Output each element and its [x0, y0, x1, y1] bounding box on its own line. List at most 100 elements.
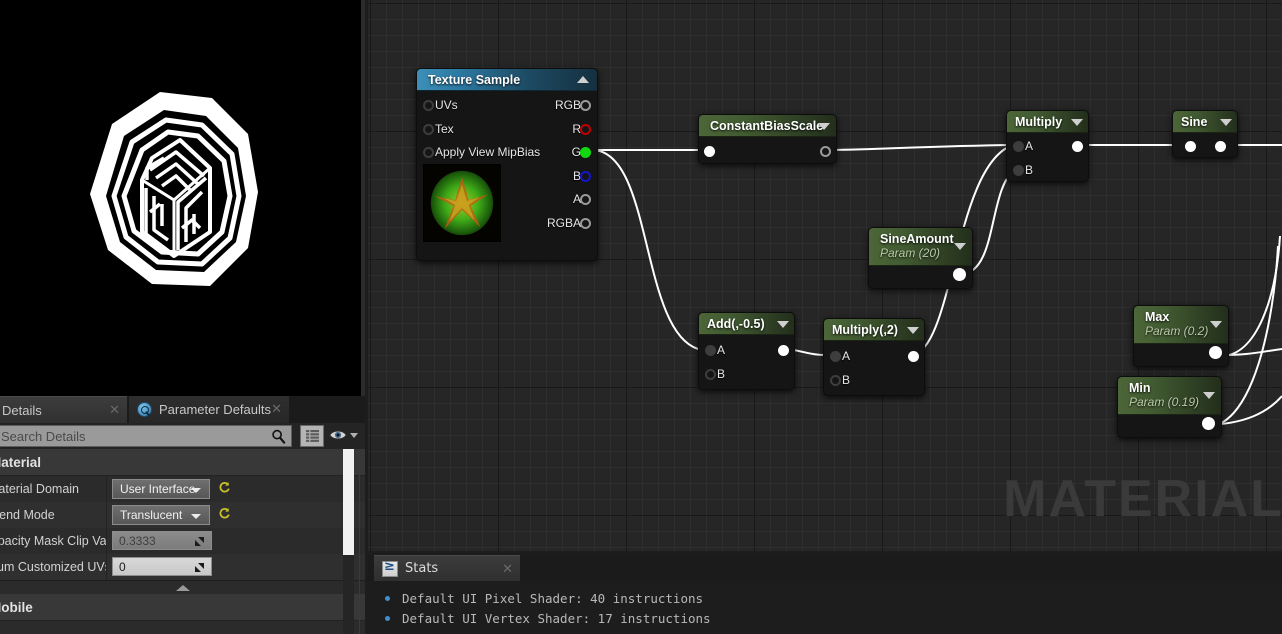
pin-input[interactable] [704, 146, 715, 157]
property-row-blend-mode[interactable]: Blend Mode Translucent [0, 502, 365, 528]
node-multiply-top[interactable]: Multiply A B [1006, 110, 1089, 182]
node-input-b[interactable]: B [699, 362, 794, 386]
category-header-material[interactable]: Material [0, 449, 365, 476]
reset-arrow-icon[interactable] [218, 481, 231, 494]
node-header[interactable]: SineAmount Param (20) [869, 228, 972, 266]
node-constant-bias-scale[interactable]: ConstantBiasScale [698, 114, 837, 164]
category-header-mobile[interactable]: Mobile [0, 594, 365, 621]
material-graph-canvas[interactable]: MATERIAL [368, 0, 1282, 551]
node-body [699, 137, 836, 164]
node-header[interactable]: Sine [1173, 111, 1237, 133]
search-icon[interactable] [271, 429, 286, 444]
property-row-material-domain[interactable]: Material Domain User Interface [0, 476, 365, 502]
grid-view-icon[interactable] [300, 425, 324, 447]
tab-details-close-icon[interactable]: ✕ [109, 403, 120, 417]
eye-icon[interactable] [328, 427, 348, 443]
tab-details[interactable]: Details ✕ [0, 396, 127, 423]
node-output-g[interactable]: G [497, 140, 597, 164]
pin-output[interactable] [908, 351, 919, 362]
node-output-rgba[interactable]: RGBA [497, 211, 597, 235]
node-header[interactable]: Texture Sample [417, 69, 597, 91]
pin-tex[interactable] [423, 124, 434, 135]
property-row-num-customized-uvs[interactable]: Num Customized UVs 0 [0, 554, 365, 580]
node-subtitle: Param (0.19) [1129, 395, 1199, 410]
viewport-edge [361, 0, 365, 396]
texture-preview-thumbnail[interactable] [423, 164, 501, 242]
tab-stats[interactable]: Stats ✕ [374, 555, 520, 581]
chevron-down-icon[interactable] [350, 433, 358, 438]
node-sine-amount[interactable]: SineAmount Param (20) [868, 227, 973, 289]
node-header[interactable]: Multiply(,2) [824, 319, 924, 341]
pin-b[interactable] [1013, 165, 1024, 176]
pin-label: B [842, 373, 850, 387]
pin-rgb[interactable] [580, 100, 591, 111]
pin-b[interactable] [705, 369, 716, 380]
chevron-down-icon[interactable] [1210, 321, 1222, 328]
pin-label: A [717, 343, 725, 357]
pin-apply-view-mipbias[interactable] [423, 147, 434, 158]
material-preview-viewport[interactable] [0, 0, 361, 396]
pin-g[interactable] [580, 147, 591, 158]
node-header[interactable]: Min Param (0.19) [1118, 377, 1221, 415]
pin-output[interactable] [820, 146, 831, 157]
pin-b[interactable] [580, 171, 591, 182]
pin-output[interactable] [1215, 141, 1226, 152]
stat-text: Default UI Vertex Shader: 17 instruction… [402, 611, 711, 626]
spinner-icon[interactable] [194, 562, 205, 573]
chevron-down-icon[interactable] [907, 327, 919, 334]
tab-parameter-defaults-close-icon[interactable]: ✕ [271, 402, 282, 416]
category-collapse-strip[interactable] [0, 580, 365, 594]
tab-stats-close-icon[interactable]: ✕ [502, 562, 513, 576]
pin-b[interactable] [830, 375, 841, 386]
pin-a[interactable] [830, 351, 841, 362]
reset-arrow-icon[interactable] [218, 507, 231, 520]
pin-rgba[interactable] [580, 218, 591, 229]
node-texture-sample[interactable]: Texture Sample UVs Tex Apply View MipBia… [416, 68, 598, 261]
pin-output[interactable] [953, 268, 966, 281]
node-output-a[interactable]: A [497, 187, 597, 211]
num-customized-uvs-input[interactable]: 0 [112, 557, 212, 576]
pin-a[interactable] [580, 194, 591, 205]
spinner-icon[interactable] [194, 536, 205, 547]
search-input[interactable]: Search Details [0, 425, 292, 447]
chevron-down-icon[interactable] [818, 123, 830, 130]
node-title: Texture Sample [428, 73, 520, 87]
node-output-r[interactable]: R [497, 117, 597, 141]
node-multiply-2[interactable]: Multiply(,2) A B [823, 318, 925, 396]
node-output-rgb[interactable]: RGB [497, 93, 597, 117]
node-input-b[interactable]: B [824, 368, 924, 392]
material-domain-dropdown[interactable]: User Interface [112, 479, 210, 499]
node-output-b[interactable]: B [497, 164, 597, 188]
properties-scrollbar-thumb[interactable] [343, 449, 354, 555]
pin-output[interactable] [1202, 417, 1215, 430]
node-min-param[interactable]: Min Param (0.19) [1117, 376, 1222, 438]
node-sine[interactable]: Sine [1172, 110, 1238, 158]
pin-output[interactable] [1209, 346, 1222, 359]
node-header[interactable]: Max Param (0.2) [1134, 306, 1228, 344]
pin-input[interactable] [1185, 141, 1196, 152]
pin-output[interactable] [1072, 141, 1083, 152]
node-input-b[interactable]: B [1007, 158, 1088, 182]
pin-uvs[interactable] [423, 100, 434, 111]
tab-parameter-defaults[interactable]: Parameter Defaults ✕ [129, 396, 289, 423]
property-row-opacity-mask-clip-value[interactable]: Opacity Mask Clip Value 0.3333 [0, 528, 365, 554]
pin-output[interactable] [778, 345, 789, 356]
pin-a[interactable] [1013, 141, 1024, 152]
chevron-down-icon[interactable] [954, 243, 966, 250]
node-header[interactable]: ConstantBiasScale [699, 115, 836, 137]
node-add[interactable]: Add(,-0.5) A B [698, 312, 795, 390]
chevron-down-icon[interactable] [1220, 119, 1232, 126]
pin-r[interactable] [580, 124, 591, 135]
blend-mode-dropdown[interactable]: Translucent [112, 505, 210, 525]
chevron-up-icon[interactable] [577, 76, 589, 83]
node-header[interactable]: Multiply [1007, 111, 1088, 133]
opacity-mask-clip-value-input[interactable]: 0.3333 [112, 531, 212, 550]
chevron-down-icon[interactable] [1203, 392, 1215, 399]
node-header[interactable]: Add(,-0.5) [699, 313, 794, 335]
properties-list[interactable]: Material Material Domain User Interface [0, 449, 365, 634]
node-max-param[interactable]: Max Param (0.2) [1133, 305, 1229, 367]
pin-a[interactable] [705, 345, 716, 356]
chevron-down-icon[interactable] [777, 321, 789, 328]
chevron-down-icon [191, 514, 201, 519]
chevron-down-icon[interactable] [1071, 119, 1083, 126]
